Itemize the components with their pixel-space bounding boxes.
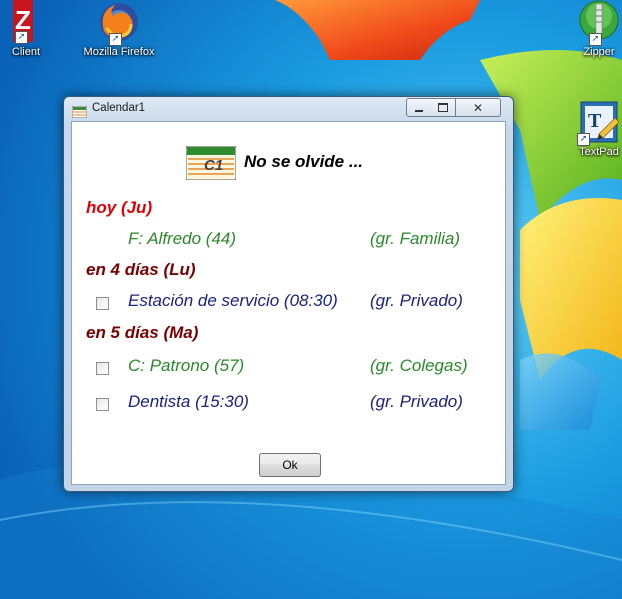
firefox-icon: ➚ — [97, 0, 141, 46]
section-in-5-days: en 5 días (Ma) — [86, 323, 199, 342]
calendar-logo-icon: C1 — [185, 145, 237, 181]
calendar-dialog: Calendar1 ✕ C1 No se olvide ... hoy (Ju)… — [63, 96, 514, 492]
entry-group: (gr. Privado) — [370, 291, 463, 310]
entry-checkbox[interactable] — [96, 297, 109, 310]
entry-text: C: Patrono (57) — [128, 356, 245, 375]
desktop-icon-firefox[interactable]: ➚ Mozilla Firefox — [76, 0, 162, 58]
svg-text:T: T — [588, 110, 602, 132]
window-title: Calendar1 — [92, 102, 146, 114]
entry-checkbox[interactable] — [96, 362, 109, 375]
maximize-button[interactable] — [431, 98, 456, 117]
close-button[interactable]: ✕ — [456, 98, 501, 117]
section-in-4-days: en 4 días (Lu) — [86, 260, 196, 279]
calendar-app-icon — [71, 103, 88, 119]
desktop-icon-label: TextPad — [579, 146, 619, 158]
title-bar[interactable]: Calendar1 ✕ — [64, 97, 513, 121]
desktop-icon-label: Mozilla Firefox — [83, 46, 155, 58]
desktop-icon-label: Zipper — [583, 46, 615, 58]
shortcut-arrow-icon: ➚ — [15, 31, 28, 44]
close-icon: ✕ — [472, 100, 484, 115]
desktop-icon-client[interactable]: Z ➚ Client — [0, 0, 58, 58]
entry-text: Dentista (15:30) — [128, 392, 249, 411]
desktop-icon-textpad[interactable]: T ➚ TextPad — [556, 100, 622, 158]
heading-text: No se olvide ... — [244, 152, 364, 171]
shortcut-arrow-icon: ➚ — [109, 33, 122, 46]
dialog-content: C1 No se olvide ... hoy (Ju) F: Alfredo … — [71, 121, 506, 485]
shortcut-arrow-icon: ➚ — [589, 33, 602, 46]
reminder-heading: C1 No se olvide ... — [185, 144, 486, 181]
entry-group: (gr. Colegas) — [370, 356, 468, 375]
zipper-icon: ➚ — [577, 0, 621, 46]
entry-group: (gr. Privado) — [370, 392, 463, 411]
svg-text:C1: C1 — [204, 157, 223, 174]
section-today: hoy (Ju) — [86, 198, 153, 217]
desktop-icon-label: Client — [11, 46, 40, 58]
filezilla-icon: Z ➚ — [0, 0, 37, 44]
entry-group: (gr. Familia) — [370, 229, 461, 248]
entry-checkbox[interactable] — [96, 398, 109, 411]
shortcut-arrow-icon: ➚ — [577, 133, 590, 146]
minimize-button[interactable] — [406, 98, 432, 117]
entry-text: F: Alfredo (44) — [128, 229, 237, 248]
desktop-icon-zipper[interactable]: ➚ Zipper — [556, 0, 622, 58]
textpad-icon: T ➚ — [577, 100, 621, 146]
ok-button[interactable]: Ok — [259, 453, 321, 477]
maximize-icon — [438, 103, 448, 112]
minimize-icon — [415, 109, 423, 112]
entry-text: Estación de servicio (08:30) — [128, 291, 338, 310]
